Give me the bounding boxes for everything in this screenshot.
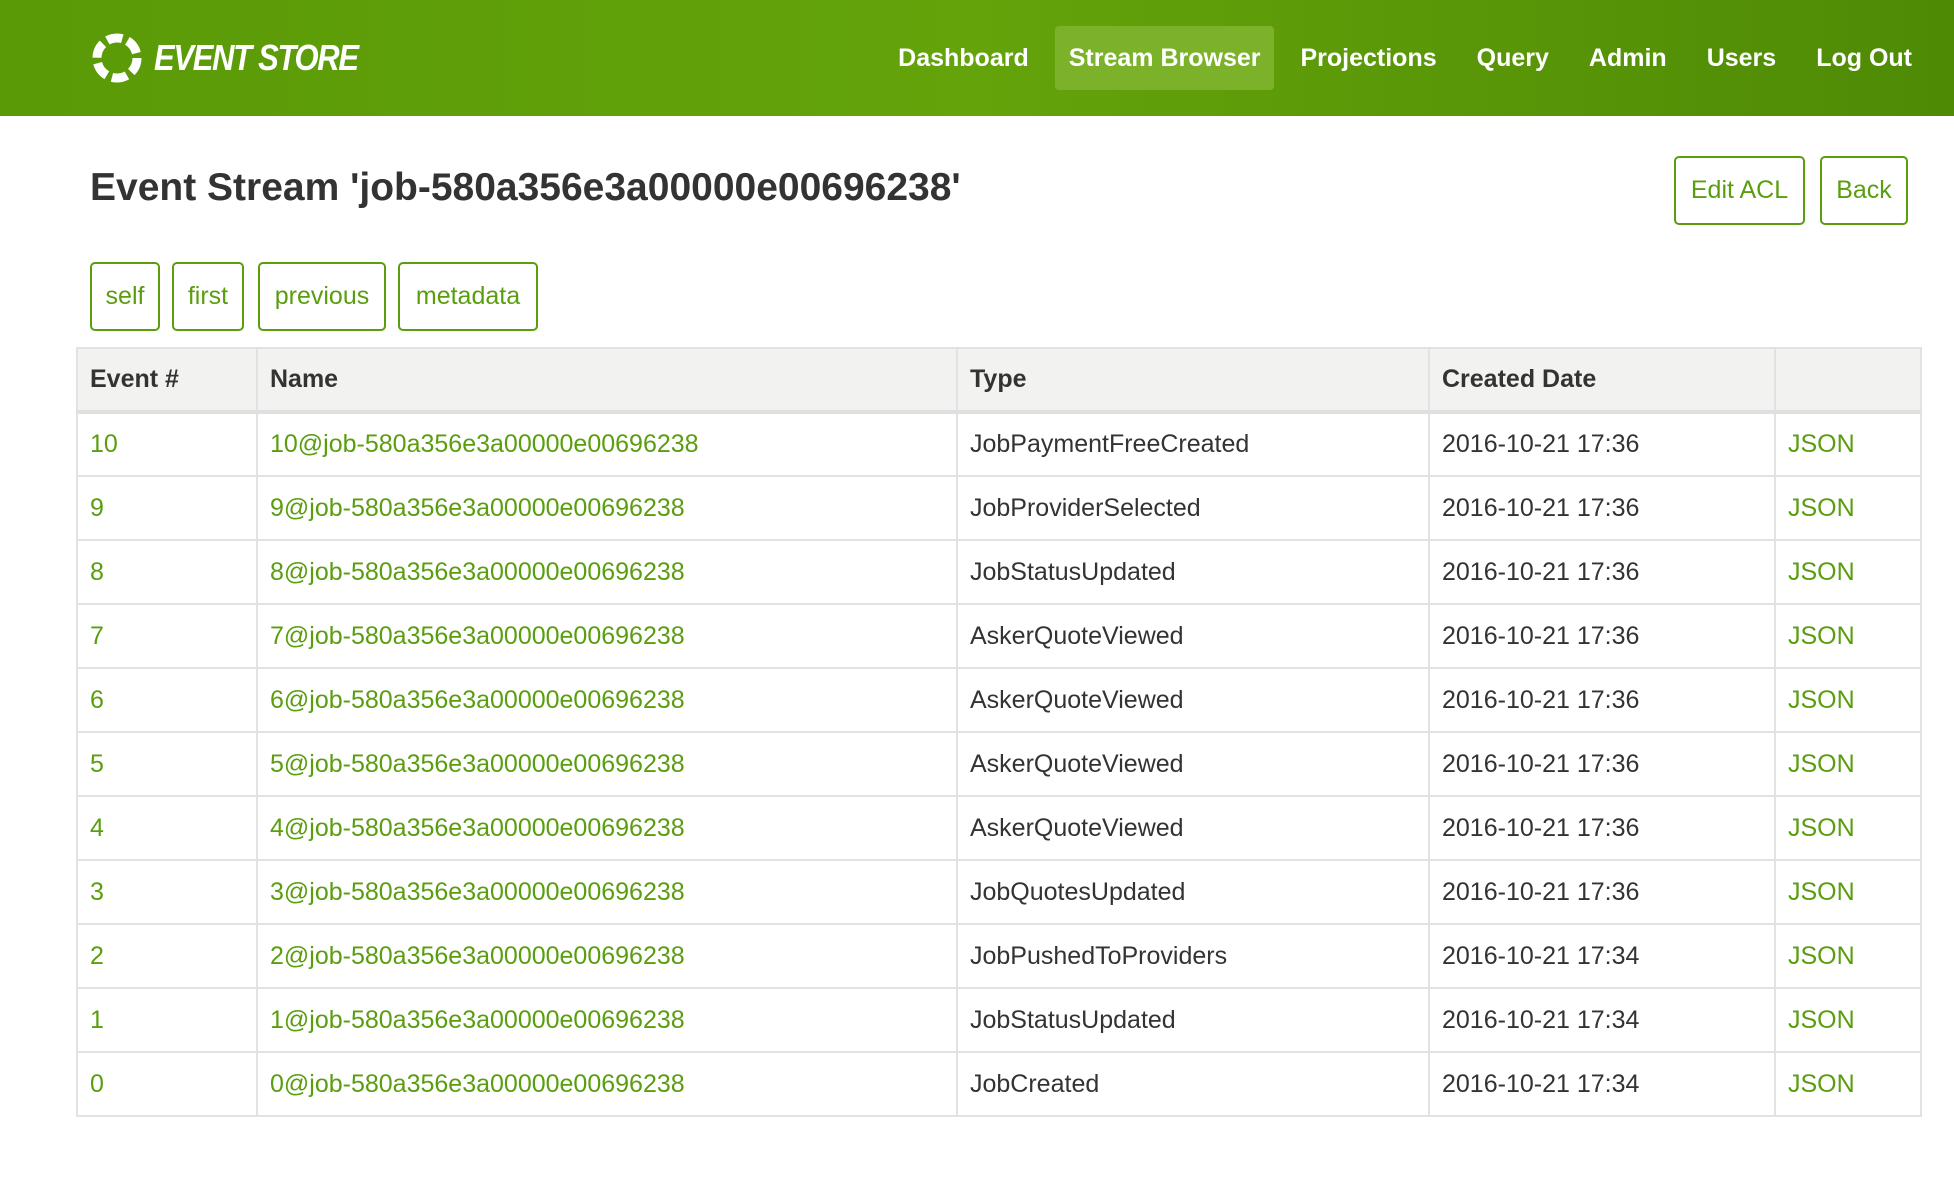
event-created-date: 2016-10-21 17:34 xyxy=(1428,1051,1776,1117)
event-created-date: 2016-10-21 17:36 xyxy=(1428,411,1776,477)
event-name-link[interactable]: 0@job-580a356e3a00000e00696238 xyxy=(256,1051,958,1117)
json-link[interactable]: JSON xyxy=(1774,475,1922,541)
table-row: 7 7@job-580a356e3a00000e00696238 AskerQuot… xyxy=(76,603,1922,669)
header-created-date: Created Date xyxy=(1428,347,1776,414)
event-name-link[interactable]: 3@job-580a356e3a00000e00696238 xyxy=(256,859,958,925)
event-name-link[interactable]: 7@job-580a356e3a00000e00696238 xyxy=(256,603,958,669)
table-row: 0 0@job-580a356e3a00000e00696238 JobCreate… xyxy=(76,1051,1922,1117)
event-created-date: 2016-10-21 17:36 xyxy=(1428,667,1776,733)
event-number-link[interactable]: 9 xyxy=(76,475,258,541)
event-type: AskerQuoteViewed xyxy=(956,731,1430,797)
json-link[interactable]: JSON xyxy=(1774,411,1922,477)
nav-item-query[interactable]: Query xyxy=(1463,26,1563,90)
event-type: JobProviderSelected xyxy=(956,475,1430,541)
event-created-date: 2016-10-21 17:36 xyxy=(1428,731,1776,797)
event-type: JobStatusUpdated xyxy=(956,987,1430,1053)
event-created-date: 2016-10-21 17:36 xyxy=(1428,603,1776,669)
event-type: JobPaymentFreeCreated xyxy=(956,411,1430,477)
event-type: AskerQuoteViewed xyxy=(956,795,1430,861)
event-number-link[interactable]: 1 xyxy=(76,987,258,1053)
brand-logo[interactable]: EVENT STORE xyxy=(88,26,391,90)
table-row: 4 4@job-580a356e3a00000e00696238 AskerQuot… xyxy=(76,795,1922,861)
event-name-link[interactable]: 8@job-580a356e3a00000e00696238 xyxy=(256,539,958,605)
table-header-row: Event # Name Type Created Date xyxy=(76,347,1922,414)
table-row: 1 1@job-580a356e3a00000e00696238 JobStatus… xyxy=(76,987,1922,1053)
self-link-button[interactable]: self xyxy=(90,262,160,331)
event-number-link[interactable]: 10 xyxy=(76,411,258,477)
json-link[interactable]: JSON xyxy=(1774,1051,1922,1117)
event-name-link[interactable]: 9@job-580a356e3a00000e00696238 xyxy=(256,475,958,541)
header-name: Name xyxy=(256,347,958,414)
event-number-link[interactable]: 7 xyxy=(76,603,258,669)
events-table: Event # Name Type Created Date 10 10@job-… xyxy=(76,347,1922,1117)
first-link-button[interactable]: first xyxy=(172,262,244,331)
nav-item-users[interactable]: Users xyxy=(1693,26,1791,90)
table-body: 10 10@job-580a356e3a00000e00696238 JobPaym… xyxy=(76,411,1922,1117)
event-number-link[interactable]: 5 xyxy=(76,731,258,797)
previous-link-button[interactable]: previous xyxy=(258,262,386,331)
json-link[interactable]: JSON xyxy=(1774,859,1922,925)
header-actions xyxy=(1774,347,1922,414)
table-row: 8 8@job-580a356e3a00000e00696238 JobStatus… xyxy=(76,539,1922,605)
event-store-ring-icon xyxy=(92,33,142,83)
table-row: 3 3@job-580a356e3a00000e00696238 JobQuotes… xyxy=(76,859,1922,925)
json-link[interactable]: JSON xyxy=(1774,603,1922,669)
nav-item-log-out[interactable]: Log Out xyxy=(1802,26,1926,90)
event-name-link[interactable]: 6@job-580a356e3a00000e00696238 xyxy=(256,667,958,733)
edit-acl-button[interactable]: Edit ACL xyxy=(1674,156,1805,225)
event-created-date: 2016-10-21 17:36 xyxy=(1428,475,1776,541)
event-name-link[interactable]: 2@job-580a356e3a00000e00696238 xyxy=(256,923,958,989)
nav-item-stream-browser[interactable]: Stream Browser xyxy=(1054,26,1275,90)
event-type: AskerQuoteViewed xyxy=(956,603,1430,669)
event-number-link[interactable]: 3 xyxy=(76,859,258,925)
nav-item-admin[interactable]: Admin xyxy=(1575,26,1681,90)
json-link[interactable]: JSON xyxy=(1774,923,1922,989)
json-link[interactable]: JSON xyxy=(1774,795,1922,861)
event-number-link[interactable]: 2 xyxy=(76,923,258,989)
nav-item-dashboard[interactable]: Dashboard xyxy=(884,26,1043,90)
nav-item-projections[interactable]: Projections xyxy=(1286,26,1450,90)
table-row: 10 10@job-580a356e3a00000e00696238 JobPaym… xyxy=(76,411,1922,477)
event-number-link[interactable]: 6 xyxy=(76,667,258,733)
event-created-date: 2016-10-21 17:36 xyxy=(1428,795,1776,861)
event-type: AskerQuoteViewed xyxy=(956,667,1430,733)
event-name-link[interactable]: 5@job-580a356e3a00000e00696238 xyxy=(256,731,958,797)
main-nav: Dashboard Stream Browser Projections Query A… xyxy=(872,26,1926,90)
json-link[interactable]: JSON xyxy=(1774,539,1922,605)
header-event-number: Event # xyxy=(76,347,258,414)
event-name-link[interactable]: 4@job-580a356e3a00000e00696238 xyxy=(256,795,958,861)
brand-name: EVENT STORE xyxy=(154,37,359,78)
event-created-date: 2016-10-21 17:36 xyxy=(1428,539,1776,605)
header-type: Type xyxy=(956,347,1430,414)
table-row: 2 2@job-580a356e3a00000e00696238 JobPushed… xyxy=(76,923,1922,989)
event-type: JobCreated xyxy=(956,1051,1430,1117)
json-link[interactable]: JSON xyxy=(1774,731,1922,797)
event-name-link[interactable]: 10@job-580a356e3a00000e00696238 xyxy=(256,411,958,477)
event-created-date: 2016-10-21 17:34 xyxy=(1428,987,1776,1053)
event-number-link[interactable]: 0 xyxy=(76,1051,258,1117)
table-row: 9 9@job-580a356e3a00000e00696238 JobProvid… xyxy=(76,475,1922,541)
table-row: 6 6@job-580a356e3a00000e00696238 AskerQuot… xyxy=(76,667,1922,733)
event-created-date: 2016-10-21 17:34 xyxy=(1428,923,1776,989)
page-title: Event Stream 'job-580a356e3a00000e006962… xyxy=(90,166,961,209)
event-number-link[interactable]: 4 xyxy=(76,795,258,861)
json-link[interactable]: JSON xyxy=(1774,667,1922,733)
metadata-link-button[interactable]: metadata xyxy=(398,262,538,331)
event-type: JobStatusUpdated xyxy=(956,539,1430,605)
back-button[interactable]: Back xyxy=(1820,156,1908,225)
event-created-date: 2016-10-21 17:36 xyxy=(1428,859,1776,925)
json-link[interactable]: JSON xyxy=(1774,987,1922,1053)
event-name-link[interactable]: 1@job-580a356e3a00000e00696238 xyxy=(256,987,958,1053)
event-type: JobPushedToProviders xyxy=(956,923,1430,989)
event-number-link[interactable]: 8 xyxy=(76,539,258,605)
table-row: 5 5@job-580a356e3a00000e00696238 AskerQuot… xyxy=(76,731,1922,797)
event-type: JobQuotesUpdated xyxy=(956,859,1430,925)
top-navbar: EVENT STORE Dashboard Stream Browser Proje… xyxy=(0,0,1954,116)
